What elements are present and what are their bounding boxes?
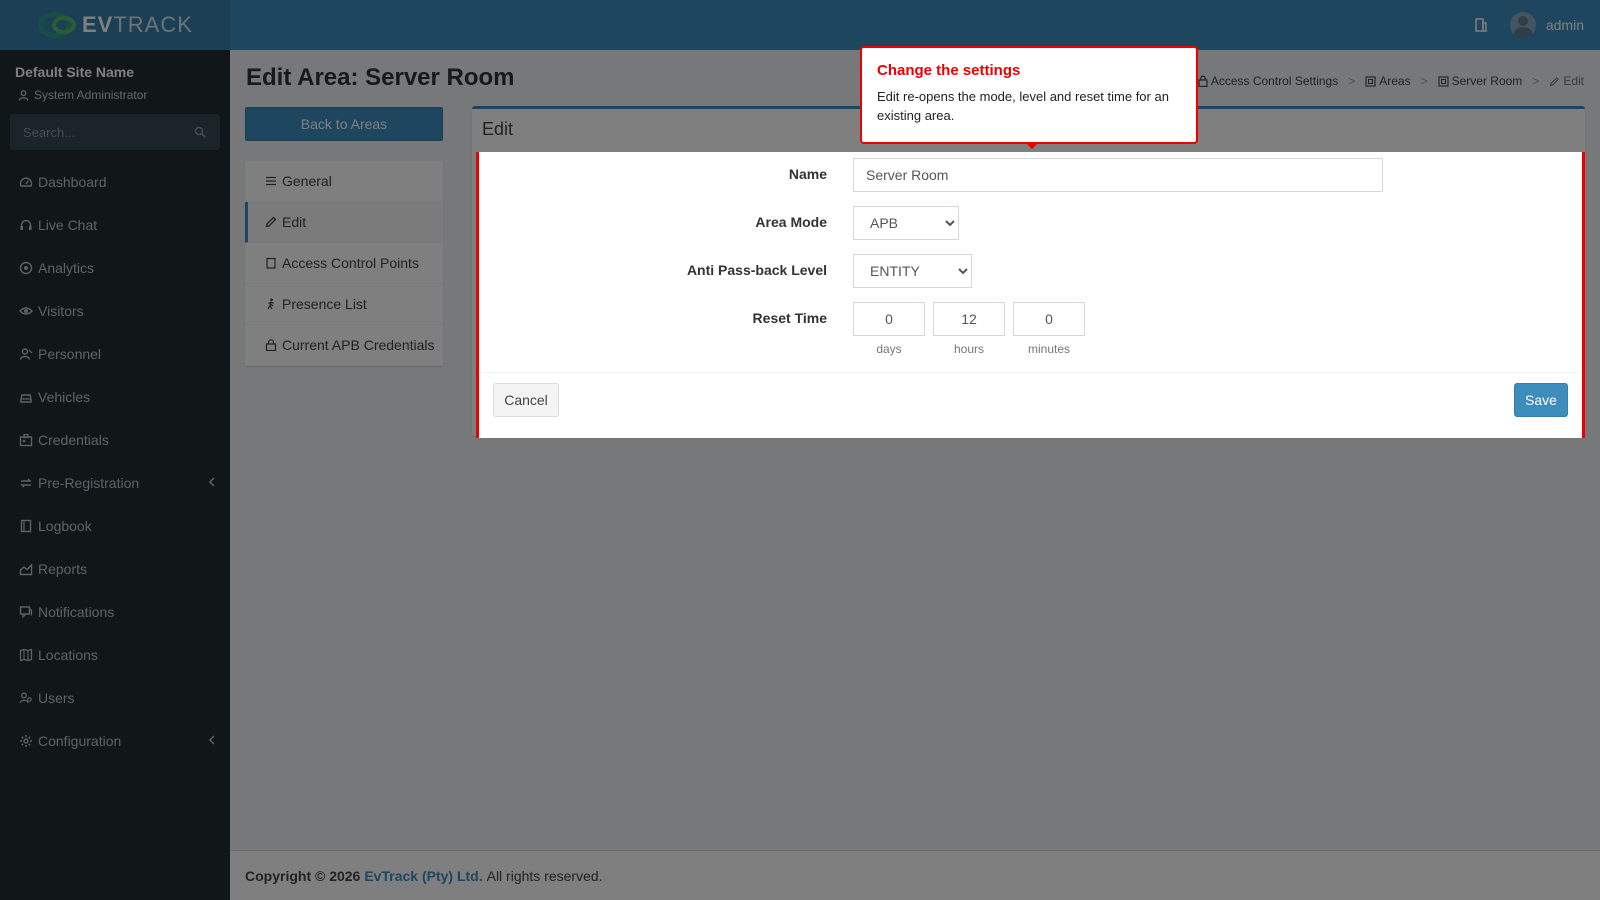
sidebar-item-vehicles[interactable]: Vehicles: [0, 375, 230, 418]
logo[interactable]: EVTRACK: [0, 0, 230, 50]
search-input[interactable]: [10, 114, 220, 150]
subnav-item-edit[interactable]: Edit: [245, 202, 443, 243]
chart-icon: [19, 562, 33, 575]
users-icon: [19, 692, 32, 703]
highlighted-edit-form: Name Area Mode APB Anti Pass-back Level …: [476, 152, 1585, 438]
footer-company-link[interactable]: EvTrack (Pty) Ltd.: [364, 868, 482, 884]
user-menu[interactable]: admin: [1509, 12, 1584, 38]
tooltip-body: Edit re-opens the mode, level and reset …: [877, 89, 1169, 123]
sidebar-item-pre-registration[interactable]: Pre-Registration: [0, 461, 230, 504]
avatar: [1509, 12, 1536, 38]
breadcrumb-separator: >: [1348, 74, 1356, 88]
cancel-button[interactable]: Cancel: [493, 383, 559, 417]
sidebar-item-live-chat[interactable]: Live Chat: [0, 203, 230, 246]
subnav-item-access-control-points[interactable]: Access Control Points: [245, 243, 443, 284]
area-mode-label: Area Mode: [755, 214, 827, 230]
tour-tooltip: Change the settings Edit re-opens the mo…: [860, 46, 1198, 149]
sidebar-item-credentials[interactable]: Credentials: [0, 418, 230, 461]
sidebar-item-locations[interactable]: Locations: [0, 633, 230, 676]
sidebar-item-personnel[interactable]: Personnel: [0, 332, 230, 375]
analytics-icon: [19, 261, 33, 274]
sidebar-item-analytics[interactable]: Analytics: [0, 246, 230, 289]
sidebar-item-notifications[interactable]: Notifications: [0, 590, 230, 633]
top-header: EVTRACK admin: [0, 0, 1600, 50]
page-title: Edit Area: Server Room: [246, 64, 515, 91]
breadcrumb-server-room[interactable]: Server Room: [1438, 74, 1522, 88]
footer-copyright: Copyright © 2026: [245, 867, 361, 884]
search-icon[interactable]: [194, 126, 206, 138]
breadcrumb: Access Control Settings > Areas > Server…: [1198, 74, 1584, 88]
map-icon: [19, 648, 33, 661]
apb-level-select[interactable]: ENTITY: [853, 254, 972, 288]
pencil-icon: [1550, 76, 1560, 86]
breadcrumb-edit: Edit: [1549, 74, 1584, 88]
area-icon: [1365, 75, 1376, 87]
person-icon: [19, 347, 33, 360]
minutes-unit-label: minutes: [1027, 342, 1071, 356]
dashboard-icon: [19, 177, 33, 187]
subnav-item-presence-list[interactable]: Presence List: [245, 284, 443, 325]
logo-text: EVTRACK: [82, 12, 193, 37]
chat-icon: [19, 605, 33, 618]
square-icon: [266, 257, 276, 269]
car-icon: [20, 393, 32, 403]
area-icon: [1438, 75, 1449, 87]
pencil-icon: [265, 216, 277, 228]
sidebar-item-logbook[interactable]: Logbook: [0, 504, 230, 547]
user-name: admin: [1545, 17, 1584, 33]
breadcrumb-separator: >: [1420, 74, 1428, 88]
sidebar-item-reports[interactable]: Reports: [0, 547, 230, 590]
lock-icon: [265, 339, 277, 351]
tooltip-arrow: [1026, 143, 1038, 149]
breadcrumb-separator: >: [1532, 74, 1540, 88]
site-name: Default Site Name: [15, 64, 135, 80]
walking-icon: [267, 298, 274, 310]
area-subnav: General Edit Access Control Points Prese…: [245, 160, 443, 366]
reset-time-label: Reset Time: [752, 310, 827, 326]
building-icon[interactable]: [1474, 18, 1488, 32]
sidebar-item-users[interactable]: Users: [0, 676, 230, 719]
user-role: System Administrator: [18, 88, 147, 102]
subnav-item-current-apb-credentials[interactable]: Current APB Credentials: [245, 325, 443, 366]
breadcrumb-access-control[interactable]: Access Control Settings: [1198, 74, 1338, 88]
area-mode-select[interactable]: APB: [853, 206, 959, 240]
chevron-left-icon: [208, 735, 215, 745]
sidebar-nav: Dashboard Live Chat Analytics Visitors P…: [0, 160, 230, 762]
sidebar: Default Site Name System Administrator D…: [0, 50, 230, 900]
sidebar-item-configuration[interactable]: Configuration: [0, 719, 230, 762]
sidebar-search: [10, 114, 220, 150]
save-button[interactable]: Save: [1514, 383, 1568, 417]
hours-unit-label: hours: [953, 342, 985, 356]
breadcrumb-areas[interactable]: Areas: [1365, 74, 1411, 88]
back-to-areas-button[interactable]: Back to Areas: [245, 107, 443, 141]
box-title: Edit: [482, 119, 514, 139]
reset-minutes-input[interactable]: [1013, 302, 1085, 336]
sidebar-item-dashboard[interactable]: Dashboard: [0, 160, 230, 203]
name-input[interactable]: [853, 158, 1383, 192]
logo-mark-icon: [38, 10, 82, 40]
swap-icon: [20, 478, 32, 487]
lock-icon: [1198, 75, 1208, 87]
badge-icon: [19, 433, 33, 446]
eye-icon: [19, 306, 33, 315]
book-icon: [20, 519, 32, 532]
sidebar-item-visitors[interactable]: Visitors: [0, 289, 230, 332]
days-unit-label: days: [876, 342, 902, 356]
footer-rights: All rights reserved.: [486, 867, 603, 884]
apb-level-label: Anti Pass-back Level: [686, 262, 827, 278]
user-icon: [18, 89, 29, 101]
chevron-left-icon: [208, 477, 215, 487]
headset-icon: [20, 219, 32, 230]
edit-form: Name Area Mode APB Anti Pass-back Level …: [476, 152, 1585, 438]
form-footer: Cancel Save: [479, 372, 1582, 430]
list-icon: [266, 176, 276, 186]
subnav-item-general[interactable]: General: [245, 161, 443, 202]
reset-hours-input[interactable]: [933, 302, 1005, 336]
tooltip-title: Change the settings: [877, 62, 1021, 79]
name-label: Name: [788, 166, 827, 182]
page-footer: Copyright © 2026 EvTrack (Pty) Ltd. All …: [230, 850, 1600, 900]
gear-icon: [20, 734, 32, 747]
reset-days-input[interactable]: [853, 302, 925, 336]
